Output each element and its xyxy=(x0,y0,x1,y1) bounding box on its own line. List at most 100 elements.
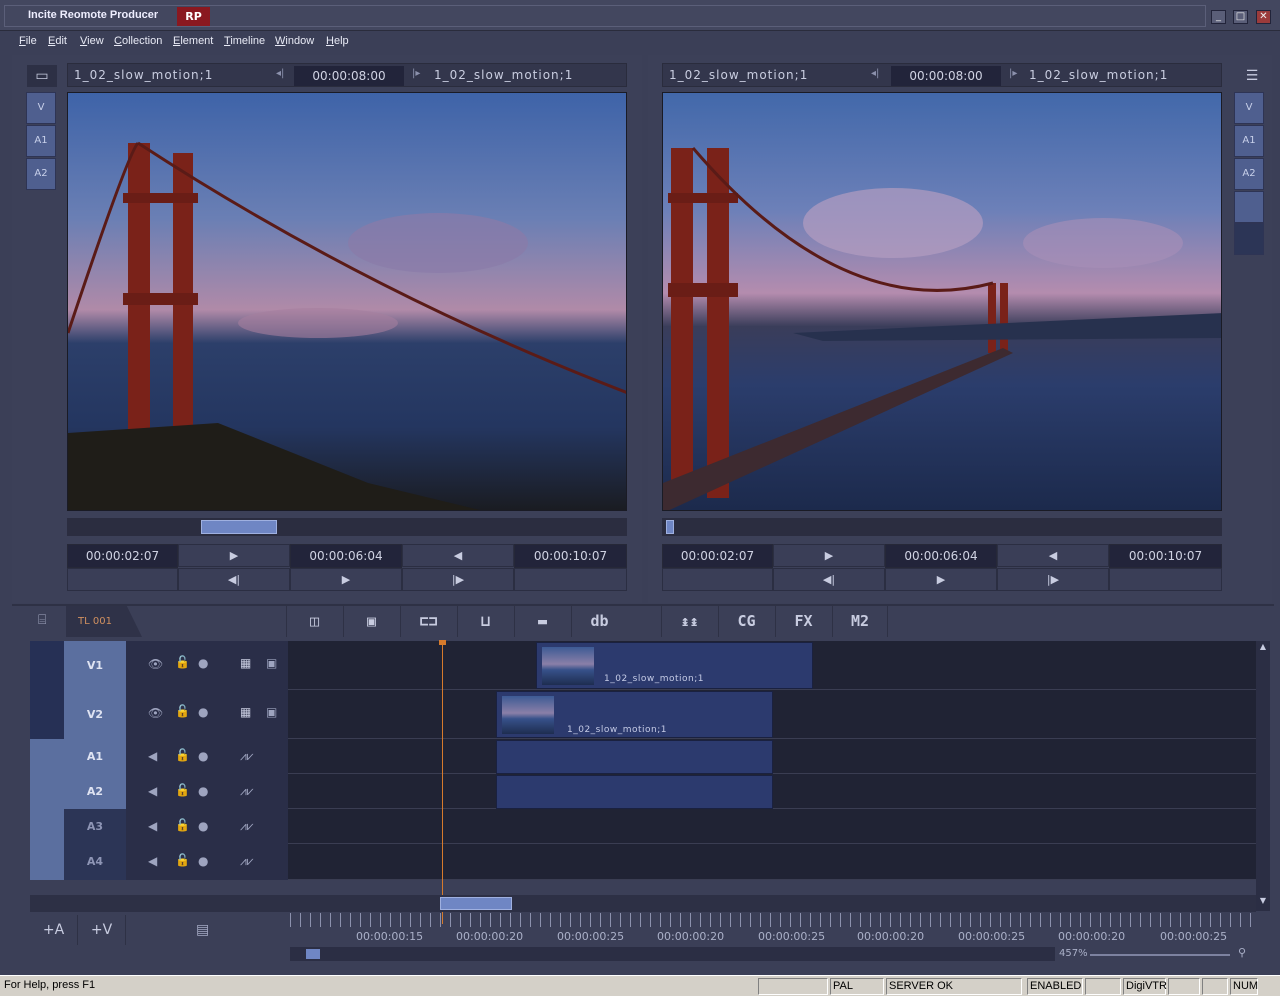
tool-lift-button[interactable]: ⊔ xyxy=(457,606,513,637)
record-icon[interactable]: ● xyxy=(198,705,208,719)
lock-icon[interactable]: 🔓 xyxy=(175,748,190,762)
source-track-a1[interactable]: A1 xyxy=(26,125,56,157)
monitor-icon[interactable]: ▣ xyxy=(266,656,277,670)
record-icon[interactable]: ● xyxy=(198,854,208,868)
tool-trim-button[interactable]: ↨↨ xyxy=(661,606,717,637)
waveform-icon[interactable]: ⩘⩗ xyxy=(240,819,254,834)
source-goto-in-button[interactable]: ◀| xyxy=(178,568,290,591)
program-scrub-bar[interactable] xyxy=(662,518,1222,536)
clip-a2[interactable] xyxy=(496,775,773,809)
zoom-slider[interactable] xyxy=(1090,954,1230,956)
program-track-a1[interactable]: A1 xyxy=(1234,125,1264,157)
source-track-a2[interactable]: A2 xyxy=(26,158,56,190)
scroll-up-icon[interactable]: ▲ xyxy=(1257,642,1269,654)
tool-m2-button[interactable]: M2 xyxy=(832,606,888,637)
clip-v1[interactable]: 1_02_slow_motion;1 xyxy=(536,642,813,689)
waveform-icon[interactable]: ⩘⩗ xyxy=(240,784,254,799)
track-select-v1[interactable] xyxy=(30,641,64,690)
timeline-scroll-thumb[interactable] xyxy=(440,897,512,910)
source-clip-name[interactable]: 1_02_slow_motion;1 xyxy=(74,68,213,82)
menu-timeline[interactable]: Timeline xyxy=(224,35,265,47)
source-goto-out-button[interactable]: |▶ xyxy=(402,568,514,591)
monitor-icon[interactable]: ▣ xyxy=(266,705,277,719)
source-mark-out-button[interactable]: ◀ xyxy=(402,544,514,567)
timeline-hscroll[interactable] xyxy=(290,947,1055,961)
lock-icon[interactable]: 🔓 xyxy=(175,655,190,669)
program-mark-in-button[interactable]: ▶ xyxy=(773,544,885,567)
speaker-icon[interactable]: ◀ xyxy=(148,819,157,833)
program-out-point-icon[interactable]: |▸ xyxy=(1009,68,1017,79)
source-scrub-bar[interactable] xyxy=(67,518,627,536)
timeline-hscroll-thumb[interactable] xyxy=(306,949,320,959)
program-in-point-icon[interactable]: ◂| xyxy=(871,68,879,79)
source-play-button[interactable]: ▶ xyxy=(290,568,402,591)
speaker-icon[interactable]: ◀ xyxy=(148,854,157,868)
waveform-icon[interactable]: ⩘⩗ xyxy=(240,749,254,764)
track-select-a4[interactable] xyxy=(30,844,64,880)
tool-splice-button[interactable]: ⊏⊐ xyxy=(400,606,456,637)
lock-icon[interactable]: 🔓 xyxy=(175,783,190,797)
record-icon[interactable]: ● xyxy=(198,784,208,798)
fit-timeline-icon[interactable]: ▤ xyxy=(196,922,209,938)
film-icon[interactable]: ▦ xyxy=(240,656,251,670)
program-mark-out-button[interactable]: ◀ xyxy=(997,544,1109,567)
eye-icon[interactable]: 👁 xyxy=(148,657,163,671)
source-mark-in-button[interactable]: ▶ xyxy=(178,544,290,567)
tool-fx-button[interactable]: FX xyxy=(775,606,831,637)
maximize-button[interactable]: □ xyxy=(1233,10,1248,24)
zoom-icon[interactable]: ⚲ xyxy=(1238,946,1246,959)
program-goto-in-button[interactable]: ◀| xyxy=(773,568,885,591)
menu-view[interactable]: View xyxy=(80,35,104,47)
menu-edit[interactable]: Edit xyxy=(48,35,67,47)
program-in-tc[interactable]: 00:00:02:07 xyxy=(662,544,773,568)
speaker-icon[interactable]: ◀ xyxy=(148,749,157,763)
program-track-a2[interactable]: A2 xyxy=(1234,158,1264,190)
tool-monitor-button[interactable]: ◫ xyxy=(286,606,342,637)
source-current-tc[interactable]: 00:00:06:04 xyxy=(290,544,402,568)
clapper-icon[interactable]: ⌸ xyxy=(38,612,46,628)
source-scrub-thumb[interactable] xyxy=(201,520,277,534)
record-icon[interactable]: ● xyxy=(198,656,208,670)
film-icon[interactable]: ▦ xyxy=(240,705,251,719)
tool-audio-db-button[interactable]: db xyxy=(571,606,627,637)
menu-help[interactable]: Help xyxy=(326,35,349,47)
timeline-vscroll[interactable]: ▲ ▼ xyxy=(1256,641,1270,911)
track-select-v2[interactable] xyxy=(30,690,64,739)
menu-file[interactable]: File xyxy=(19,35,37,47)
lane-a3[interactable] xyxy=(288,809,1256,844)
clip-v2[interactable]: 1_02_slow_motion;1 xyxy=(496,691,773,738)
close-button[interactable]: ✕ xyxy=(1256,10,1271,24)
speaker-icon[interactable]: ◀ xyxy=(148,784,157,798)
timeline-tab[interactable]: TL 001 xyxy=(66,606,142,637)
minimize-button[interactable]: _ xyxy=(1211,10,1226,24)
menu-collection[interactable]: Collection xyxy=(114,35,162,47)
program-goto-out-button[interactable]: |▶ xyxy=(997,568,1109,591)
source-out-tc[interactable]: 00:00:10:07 xyxy=(514,544,627,568)
record-icon[interactable]: ● xyxy=(198,819,208,833)
program-out-tc[interactable]: 00:00:10:07 xyxy=(1109,544,1222,568)
program-current-tc[interactable]: 00:00:06:04 xyxy=(885,544,997,568)
tool-overwrite-button[interactable]: ▬ xyxy=(514,606,570,637)
playhead-handle[interactable] xyxy=(439,640,446,645)
program-track-extra[interactable] xyxy=(1234,191,1264,223)
program-clip-name[interactable]: 1_02_slow_motion;1 xyxy=(669,68,808,82)
program-linked-clip[interactable]: 1_02_slow_motion;1 xyxy=(1029,68,1168,82)
menu-window[interactable]: Window xyxy=(275,35,314,47)
add-video-track-button[interactable]: +V xyxy=(78,915,126,945)
add-audio-track-button[interactable]: +A xyxy=(30,915,78,945)
lock-icon[interactable]: 🔓 xyxy=(175,853,190,867)
tool-cg-button[interactable]: CG xyxy=(718,606,774,637)
waveform-icon[interactable]: ⩘⩗ xyxy=(240,854,254,869)
source-linked-clip[interactable]: 1_02_slow_motion;1 xyxy=(434,68,573,82)
menu-element[interactable]: Element xyxy=(173,35,213,47)
scroll-down-icon[interactable]: ▼ xyxy=(1257,896,1269,908)
lane-a4[interactable] xyxy=(288,844,1256,880)
eye-icon[interactable]: 👁 xyxy=(148,706,163,720)
tool-clips-button[interactable]: ▣ xyxy=(343,606,399,637)
lock-icon[interactable]: 🔓 xyxy=(175,818,190,832)
out-point-icon[interactable]: |▸ xyxy=(412,68,420,79)
playhead[interactable] xyxy=(442,641,443,924)
program-scrub-thumb[interactable] xyxy=(666,520,674,534)
program-track-extra-2[interactable] xyxy=(1234,223,1264,255)
timeline-ruler[interactable] xyxy=(290,913,1256,927)
